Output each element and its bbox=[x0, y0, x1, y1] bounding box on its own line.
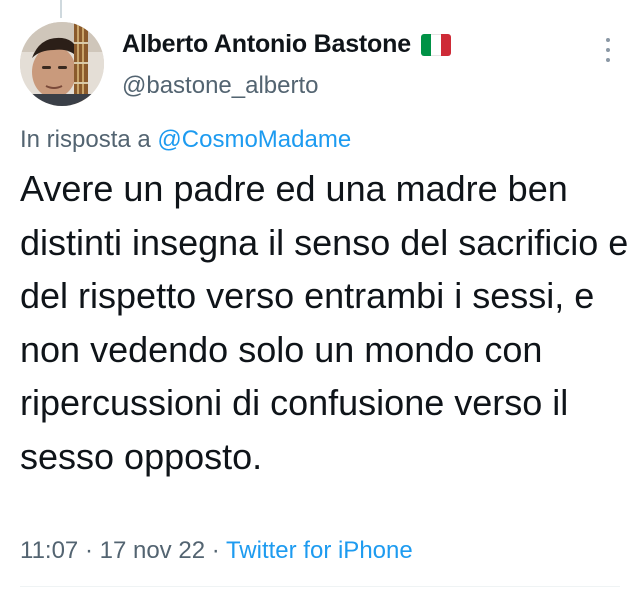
tweet-text: Avere un padre ed una madre ben distinti… bbox=[20, 168, 629, 477]
avatar-photo bbox=[20, 22, 104, 106]
tweet-source-link[interactable]: Twitter for iPhone bbox=[226, 537, 413, 564]
tweet-time[interactable]: 11:07 bbox=[20, 537, 78, 564]
more-options-icon[interactable] bbox=[598, 36, 618, 64]
author-handle[interactable]: @bastone_alberto bbox=[122, 72, 319, 100]
author-display-name[interactable]: Alberto Antonio Bastone bbox=[122, 30, 411, 59]
italy-flag-icon bbox=[420, 33, 451, 56]
meta-separator: · bbox=[84, 537, 93, 564]
avatar[interactable] bbox=[20, 22, 104, 106]
divider bbox=[20, 586, 620, 587]
tweet-meta: 11:07 · 17 nov 22 · Twitter for iPhone bbox=[20, 537, 413, 565]
tweet-date[interactable]: 17 nov 22 bbox=[100, 537, 205, 564]
reply-prefix: In risposta a bbox=[20, 126, 151, 153]
author-name-row: Alberto Antonio Bastone bbox=[122, 30, 451, 59]
thread-connector-line bbox=[60, 0, 62, 18]
reply-context: In risposta a @CosmoMadame bbox=[20, 126, 351, 154]
meta-separator: · bbox=[211, 537, 220, 564]
reply-mention-link[interactable]: @CosmoMadame bbox=[157, 126, 351, 153]
